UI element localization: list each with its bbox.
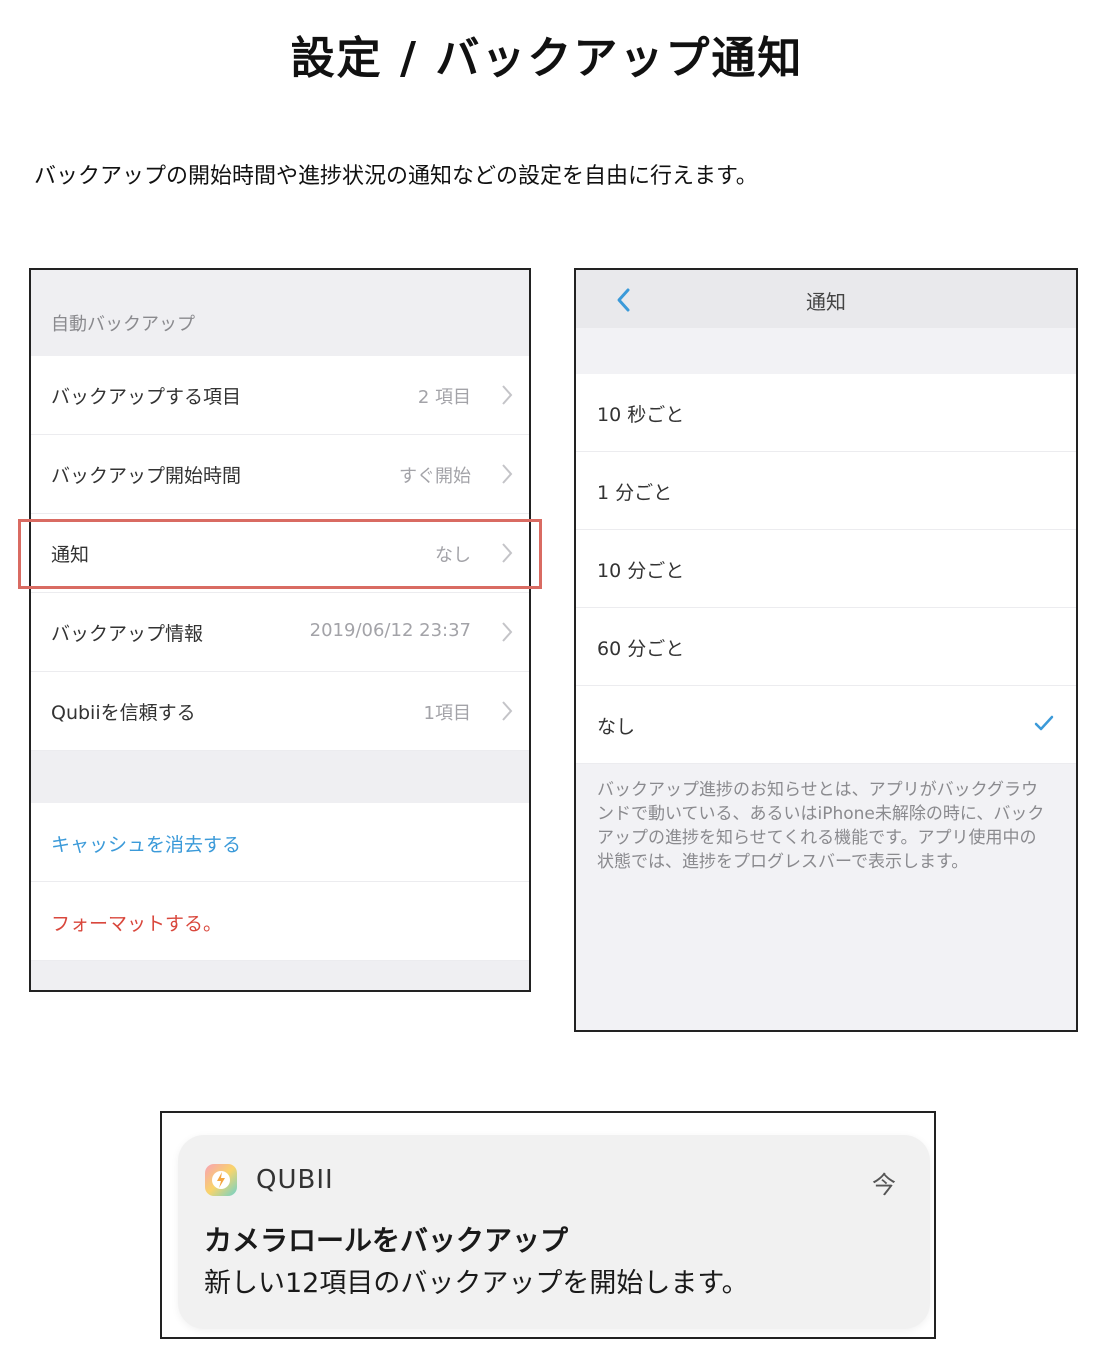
push-notification-screenshot: QUBII 今 カメラロールをバックアップ 新しい12項目のバックアップを開始し… xyxy=(160,1111,936,1339)
nav-title: 通知 xyxy=(806,290,846,314)
row-label: バックアップ開始時間 xyxy=(51,465,242,487)
settings-screen: 自動バックアップ バックアップする項目 2 項目 バックアップ開始時間 すぐ開始… xyxy=(29,268,531,992)
format-button[interactable]: フォーマットする。 xyxy=(31,882,529,961)
notification-title: カメラロールをバックアップ xyxy=(204,1224,569,1257)
format-label: フォーマットする。 xyxy=(51,913,223,935)
settings-row-backup-info[interactable]: バックアップ情報 2019/06/12 23:37 xyxy=(31,593,529,672)
row-label: 通知 xyxy=(51,544,90,566)
option-label: 10 秒ごと xyxy=(597,404,685,426)
option-1-minute[interactable]: 1 分ごと xyxy=(576,452,1076,530)
notification-time: 今 xyxy=(872,1171,896,1199)
option-label: 10 分ごと xyxy=(597,560,685,582)
clear-cache-button[interactable]: キャッシュを消去する xyxy=(31,803,529,882)
option-label: 60 分ごと xyxy=(597,638,685,660)
row-value: すぐ開始 xyxy=(399,466,471,487)
settings-row-notification[interactable]: 通知 なし xyxy=(31,514,529,593)
intro-text: バックアップの開始時間や進捗状況の通知などの設定を自由に行えます。 xyxy=(34,164,758,189)
notification-body: 新しい12項目のバックアップを開始します。 xyxy=(204,1268,749,1299)
row-value: 2019/06/12 23:37 xyxy=(309,620,471,641)
option-label: なし xyxy=(597,716,636,738)
notification-note: バックアップ進捗のお知らせとは、アプリがバックグラウンドで動いている、あるいはi… xyxy=(597,780,1045,872)
row-value: 1項目 xyxy=(423,703,471,724)
app-name: QUBII xyxy=(256,1165,334,1195)
row-label: Qubiiを信頼する xyxy=(51,702,196,724)
option-60-minutes[interactable]: 60 分ごと xyxy=(576,608,1076,686)
section-spacer xyxy=(576,328,1076,374)
push-notification-card[interactable]: QUBII 今 カメラロールをバックアップ 新しい12項目のバックアップを開始し… xyxy=(178,1135,930,1329)
settings-row-backup-start-time[interactable]: バックアップ開始時間 すぐ開始 xyxy=(31,435,529,514)
settings-row-trust-qubii[interactable]: Qubiiを信頼する 1項目 xyxy=(31,672,529,751)
clear-cache-label: キャッシュを消去する xyxy=(51,834,242,856)
section-header: 自動バックアップ xyxy=(31,270,529,356)
chevron-right-icon xyxy=(502,385,513,405)
chevron-right-icon xyxy=(502,543,513,563)
settings-row-backup-items[interactable]: バックアップする項目 2 項目 xyxy=(31,356,529,435)
row-label: バックアップ情報 xyxy=(51,623,204,645)
row-value: なし xyxy=(435,545,471,566)
qubii-app-icon xyxy=(205,1164,237,1196)
section-header-label: 自動バックアップ xyxy=(51,314,195,335)
option-none[interactable]: なし xyxy=(576,686,1076,764)
section-spacer xyxy=(31,751,529,803)
notification-settings-screen: 通知 10 秒ごと 1 分ごと 10 分ごと 60 分ごと なし バックアップ進… xyxy=(574,268,1078,1032)
chevron-right-icon xyxy=(502,701,513,721)
chevron-right-icon xyxy=(502,622,513,642)
checkmark-icon xyxy=(1034,715,1054,731)
nav-bar: 通知 xyxy=(576,270,1076,328)
option-10-seconds[interactable]: 10 秒ごと xyxy=(576,374,1076,452)
chevron-right-icon xyxy=(502,464,513,484)
page-title: 設定 / バックアップ通知 xyxy=(290,33,804,84)
row-label: バックアップする項目 xyxy=(51,386,242,408)
option-10-minutes[interactable]: 10 分ごと xyxy=(576,530,1076,608)
option-label: 1 分ごと xyxy=(597,482,673,504)
row-value: 2 項目 xyxy=(417,387,471,408)
